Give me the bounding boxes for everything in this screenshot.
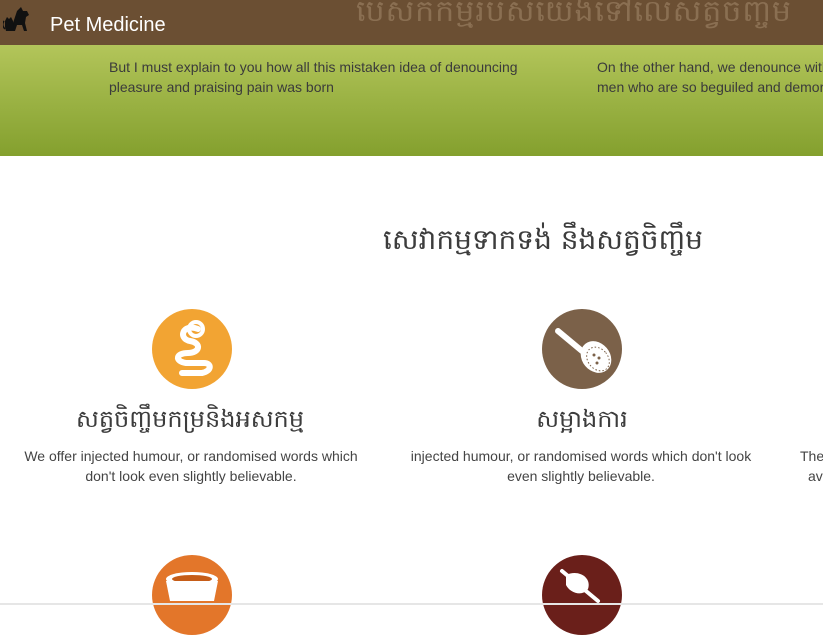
hero-right-line1: On the other hand, we denounce with (597, 59, 823, 75)
brand-name[interactable]: Pet Medicine (50, 14, 166, 36)
header-background-text: បេសកកម្មរបស់យើងទៅលើសត្វចិញ្ចឹម (356, 0, 792, 29)
hero-text-left: But I must explain to you how all this m… (109, 59, 518, 95)
services-title: សេវាកម្មទាកទង់ នឹងសត្វចិញ្ចឹម (383, 223, 703, 256)
card-title: សម្អាងការ (536, 405, 628, 433)
card-description-partial: The av (800, 448, 823, 484)
hero-text-right: On the other hand, we denounce with men … (597, 57, 823, 97)
food-bowl-icon (152, 555, 232, 635)
grooming-brush-icon (542, 309, 622, 389)
card-description: injected humour, or randomised words whi… (410, 448, 752, 484)
hero-right-line2: men who are so beguiled and demora (597, 79, 823, 95)
hero-banner: But I must explain to you how all this m… (0, 45, 823, 156)
no-pet-icon (542, 555, 622, 635)
cat-dog-logo-icon[interactable] (3, 5, 35, 35)
snake-icon (152, 309, 232, 389)
top-navbar: បេសកកម្មរបស់យើងទៅលើសត្វចិញ្ចឹម Pet Medic… (0, 0, 823, 45)
card-title: សត្វចិញ្ចឹមកម្រនិងអសកម្ម (75, 405, 305, 433)
card-description: We offer injected humour, or randomised … (24, 448, 358, 484)
